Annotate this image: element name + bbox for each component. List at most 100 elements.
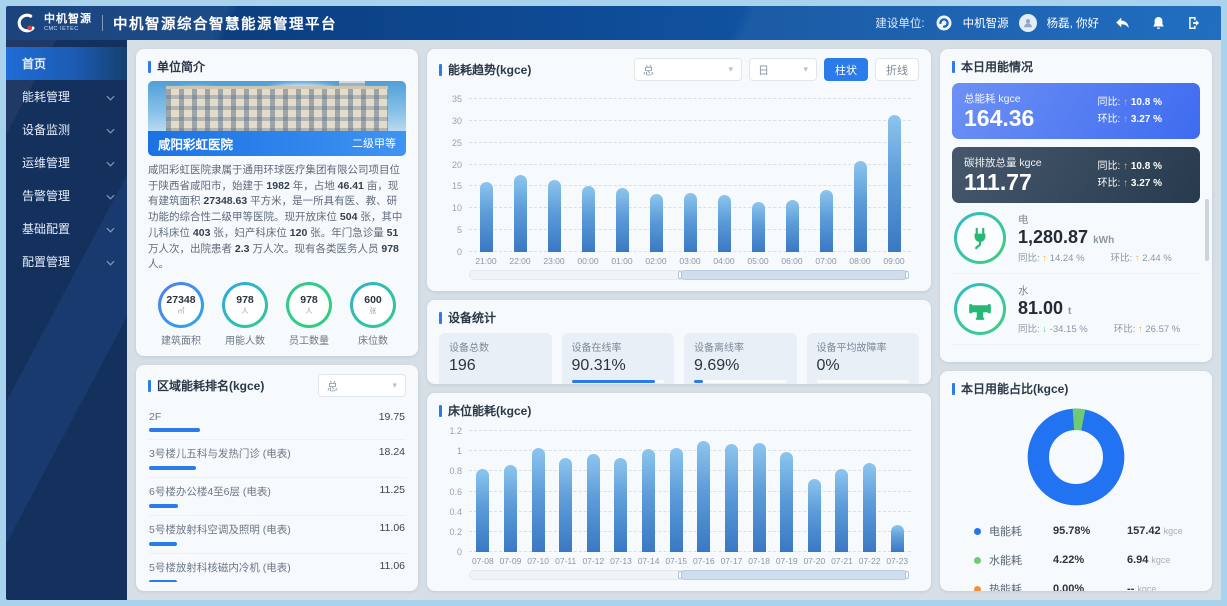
bar-06:00[interactable] bbox=[786, 200, 799, 252]
trend-type-select[interactable]: 总 ▾ bbox=[634, 58, 742, 81]
line-mode-button[interactable]: 折线 bbox=[875, 58, 919, 81]
brand-logo: 中机智源 CMC IETEC bbox=[16, 12, 92, 34]
org-name: 中机智源 bbox=[963, 15, 1009, 31]
bar-00:00[interactable] bbox=[582, 186, 595, 252]
bar-07-19[interactable] bbox=[780, 452, 793, 552]
datazoom-slider[interactable] bbox=[469, 270, 909, 280]
datazoom-slider[interactable] bbox=[469, 570, 909, 580]
yoy-metric: 同比: ↑ 10.8 % bbox=[1098, 158, 1162, 175]
hospital-description: 咸阳彩虹医院隶属于通用环球医疗集团有限公司项目位于陕西省咸阳市，始建于 1982… bbox=[148, 163, 406, 273]
bar-07-08[interactable] bbox=[476, 469, 489, 552]
title-accent-bar bbox=[439, 312, 442, 324]
bar-05:00[interactable] bbox=[752, 202, 765, 252]
bar-07-10[interactable] bbox=[532, 448, 545, 552]
legend-row-水能耗[interactable]: 水能耗4.22%6.94kgce bbox=[974, 552, 1192, 568]
x-axis-tick: 02:00 bbox=[639, 256, 673, 266]
bar-07-11[interactable] bbox=[559, 458, 572, 552]
bar-02:00[interactable] bbox=[650, 194, 663, 252]
bar-03:00[interactable] bbox=[684, 193, 697, 252]
ranking-row[interactable]: 5号楼放射科核磁内冷机 (电表)11.06 bbox=[148, 554, 406, 582]
datazoom-handle[interactable] bbox=[905, 571, 909, 579]
panel-title: 设备统计 bbox=[448, 309, 496, 326]
energy-trend-chart: 0510152025303521:0022:0023:0000:0001:000… bbox=[439, 91, 919, 282]
bed-energy-chart: 00.20.40.60.811.207-0807-0907-1007-1107-… bbox=[439, 423, 919, 582]
mom-metric: 环比: ↑ 3.27 % bbox=[1098, 175, 1162, 192]
sidebar-item-配置管理[interactable]: 配置管理 bbox=[6, 245, 127, 278]
stat-circle-用能人数: 978人用能人数 bbox=[214, 282, 276, 347]
bar-08:00[interactable] bbox=[854, 161, 867, 252]
ranking-row[interactable]: 3号楼儿五科与发热门诊 (电表)18.24 bbox=[148, 440, 406, 478]
bar-07-09[interactable] bbox=[504, 465, 517, 552]
bar-07-12[interactable] bbox=[587, 454, 600, 552]
today-usage-panel: 本日用能情况 总能耗 kgce164.36同比: ↑ 10.8 %环比: ↑ 3… bbox=[940, 49, 1212, 362]
today-card-碳排放总量: 碳排放总量 kgce111.77同比: ↑ 10.8 %环比: ↑ 3.27 % bbox=[952, 147, 1200, 203]
bar-07:00[interactable] bbox=[820, 190, 833, 252]
bar-21:00[interactable] bbox=[480, 182, 493, 252]
device-card-bar-fill bbox=[572, 380, 656, 383]
ranking-type-select[interactable]: 总 ▾ bbox=[318, 374, 406, 397]
x-axis-tick: 07-11 bbox=[552, 556, 580, 566]
top-header: 中机智源 CMC IETEC 中机智源综合智慧能源管理平台 建设单位: 中机智源… bbox=[6, 6, 1221, 40]
up-arrow-icon: ↑ bbox=[1123, 114, 1128, 125]
today-card-value: 164.36 bbox=[964, 106, 1034, 131]
x-axis-tick: 07-18 bbox=[745, 556, 773, 566]
ranking-row[interactable]: 2F19.75 bbox=[148, 405, 406, 440]
sidebar-item-运维管理[interactable]: 运维管理 bbox=[6, 146, 127, 179]
legend-percent: 0.00% bbox=[1053, 583, 1127, 591]
ranking-row[interactable]: 6号楼办公楼4至6层 (电表)11.25 bbox=[148, 478, 406, 516]
device-card-设备离线率: 设备离线率9.69% bbox=[684, 333, 797, 384]
panel-scrollbar[interactable] bbox=[1205, 199, 1209, 261]
legend-row-热能耗[interactable]: 热能耗0.00%--kgce bbox=[974, 581, 1192, 591]
datazoom-handle[interactable] bbox=[678, 271, 682, 279]
back-icon[interactable] bbox=[1109, 13, 1135, 33]
device-card-bar-fill bbox=[694, 380, 703, 383]
bar-07-16[interactable] bbox=[697, 441, 710, 552]
stat-unit: 人 bbox=[242, 308, 249, 315]
bar-cell bbox=[773, 431, 801, 552]
up-arrow-icon: ↑ bbox=[1123, 178, 1128, 189]
meter-name: 电 bbox=[1018, 212, 1172, 227]
bar-07-22[interactable] bbox=[863, 463, 876, 552]
today-summary-cards: 总能耗 kgce164.36同比: ↑ 10.8 %环比: ↑ 3.27 %碳排… bbox=[952, 75, 1200, 203]
sidebar-item-能耗管理[interactable]: 能耗管理 bbox=[6, 80, 127, 113]
sidebar-item-首页[interactable]: 首页 bbox=[6, 47, 127, 80]
sidebar-item-基础配置[interactable]: 基础配置 bbox=[6, 212, 127, 245]
ranking-row[interactable]: 5号楼放射科空调及照明 (电表)11.06 bbox=[148, 516, 406, 554]
bar-07-13[interactable] bbox=[614, 458, 627, 552]
bell-icon[interactable] bbox=[1145, 13, 1171, 33]
y-axis-tick: 20 bbox=[452, 160, 462, 170]
down-arrow-icon: ↓ bbox=[1042, 324, 1047, 335]
bar-01:00[interactable] bbox=[616, 188, 629, 252]
sidebar-item-告警管理[interactable]: 告警管理 bbox=[6, 179, 127, 212]
bar-07-14[interactable] bbox=[642, 449, 655, 552]
stat-value: 27348 bbox=[166, 295, 195, 306]
datazoom-handle[interactable] bbox=[678, 571, 682, 579]
trend-period-select[interactable]: 日 ▾ bbox=[749, 58, 817, 81]
bars-layer bbox=[469, 431, 911, 552]
bar-cell bbox=[639, 99, 673, 252]
legend-value: 157.42kgce bbox=[1127, 525, 1183, 537]
bar-23:00[interactable] bbox=[548, 180, 561, 252]
bar-07-23[interactable] bbox=[891, 525, 904, 552]
ranking-bar bbox=[149, 580, 177, 582]
bar-07-17[interactable] bbox=[725, 444, 738, 552]
datazoom-selection[interactable] bbox=[680, 570, 908, 580]
bar-07-18[interactable] bbox=[753, 443, 766, 552]
x-axis-tick: 01:00 bbox=[605, 256, 639, 266]
bar-09:00[interactable] bbox=[888, 115, 901, 252]
stat-label: 建筑面积 bbox=[161, 332, 201, 347]
bar-22:00[interactable] bbox=[514, 175, 527, 252]
bar-mode-button[interactable]: 柱状 bbox=[824, 58, 868, 81]
x-axis-tick: 23:00 bbox=[537, 256, 571, 266]
bar-04:00[interactable] bbox=[718, 195, 731, 252]
sidebar-item-设备监测[interactable]: 设备监测 bbox=[6, 113, 127, 146]
legend-row-电能耗[interactable]: 电能耗95.78%157.42kgce bbox=[974, 523, 1192, 539]
logout-icon[interactable] bbox=[1181, 13, 1207, 33]
y-axis-tick: 0.8 bbox=[449, 466, 462, 476]
avatar[interactable] bbox=[1019, 14, 1037, 32]
datazoom-selection[interactable] bbox=[680, 270, 908, 280]
bar-07-21[interactable] bbox=[835, 469, 848, 552]
datazoom-handle[interactable] bbox=[905, 271, 909, 279]
bar-07-15[interactable] bbox=[670, 448, 683, 552]
bar-07-20[interactable] bbox=[808, 479, 821, 552]
